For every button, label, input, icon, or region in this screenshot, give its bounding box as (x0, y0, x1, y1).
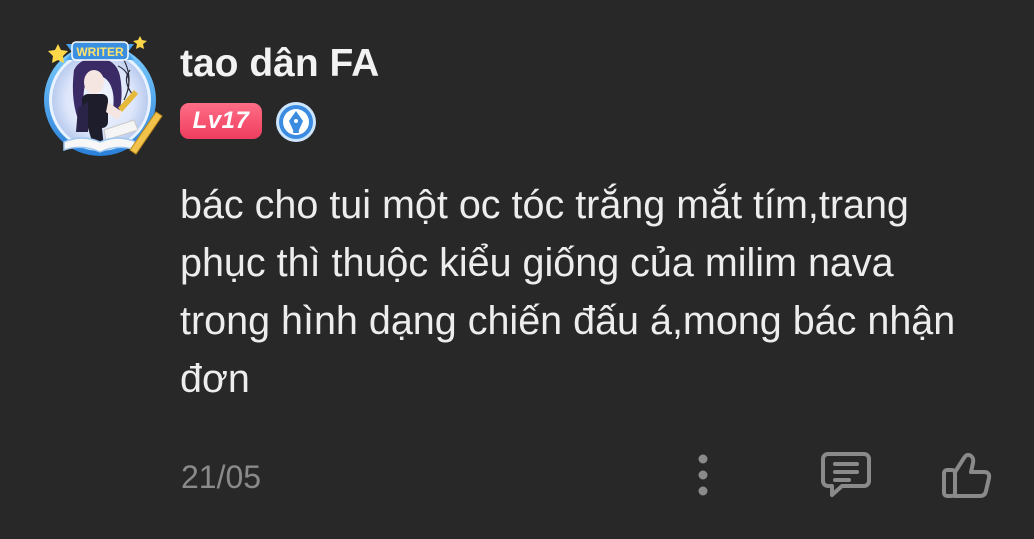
comment-item: WRITER tao dân FA Lv17 bác cho tui một o… (0, 0, 1034, 539)
comment-body-line: bác cho tui một oc tóc trắng mắt tím,tra… (180, 183, 909, 227)
comment-icon (821, 452, 871, 497)
avatar-image: WRITER (44, 36, 163, 156)
like-button[interactable] (938, 446, 996, 502)
more-options-button[interactable] (688, 449, 718, 501)
level-badge: Lv17 (180, 103, 262, 139)
comment-body-line: trong hình dạng chiến đấu á,mong bác nhậ… (180, 299, 956, 343)
comment-body: bác cho tui một oc tóc trắng mắt tím,tra… (180, 176, 1020, 408)
reply-button[interactable] (818, 448, 874, 500)
writer-badge-icon (275, 101, 317, 143)
thumbs-up-icon (942, 452, 992, 498)
comment-body-line: đơn (180, 357, 250, 401)
username[interactable]: tao dân FA (180, 40, 379, 88)
more-vertical-icon (698, 454, 708, 496)
writer-frame-label: WRITER (76, 45, 124, 59)
comment-date: 21/05 (181, 459, 262, 495)
avatar[interactable]: WRITER (34, 30, 166, 158)
comment-body-line: phục thì thuộc kiểu giống của milim nava (180, 241, 894, 285)
